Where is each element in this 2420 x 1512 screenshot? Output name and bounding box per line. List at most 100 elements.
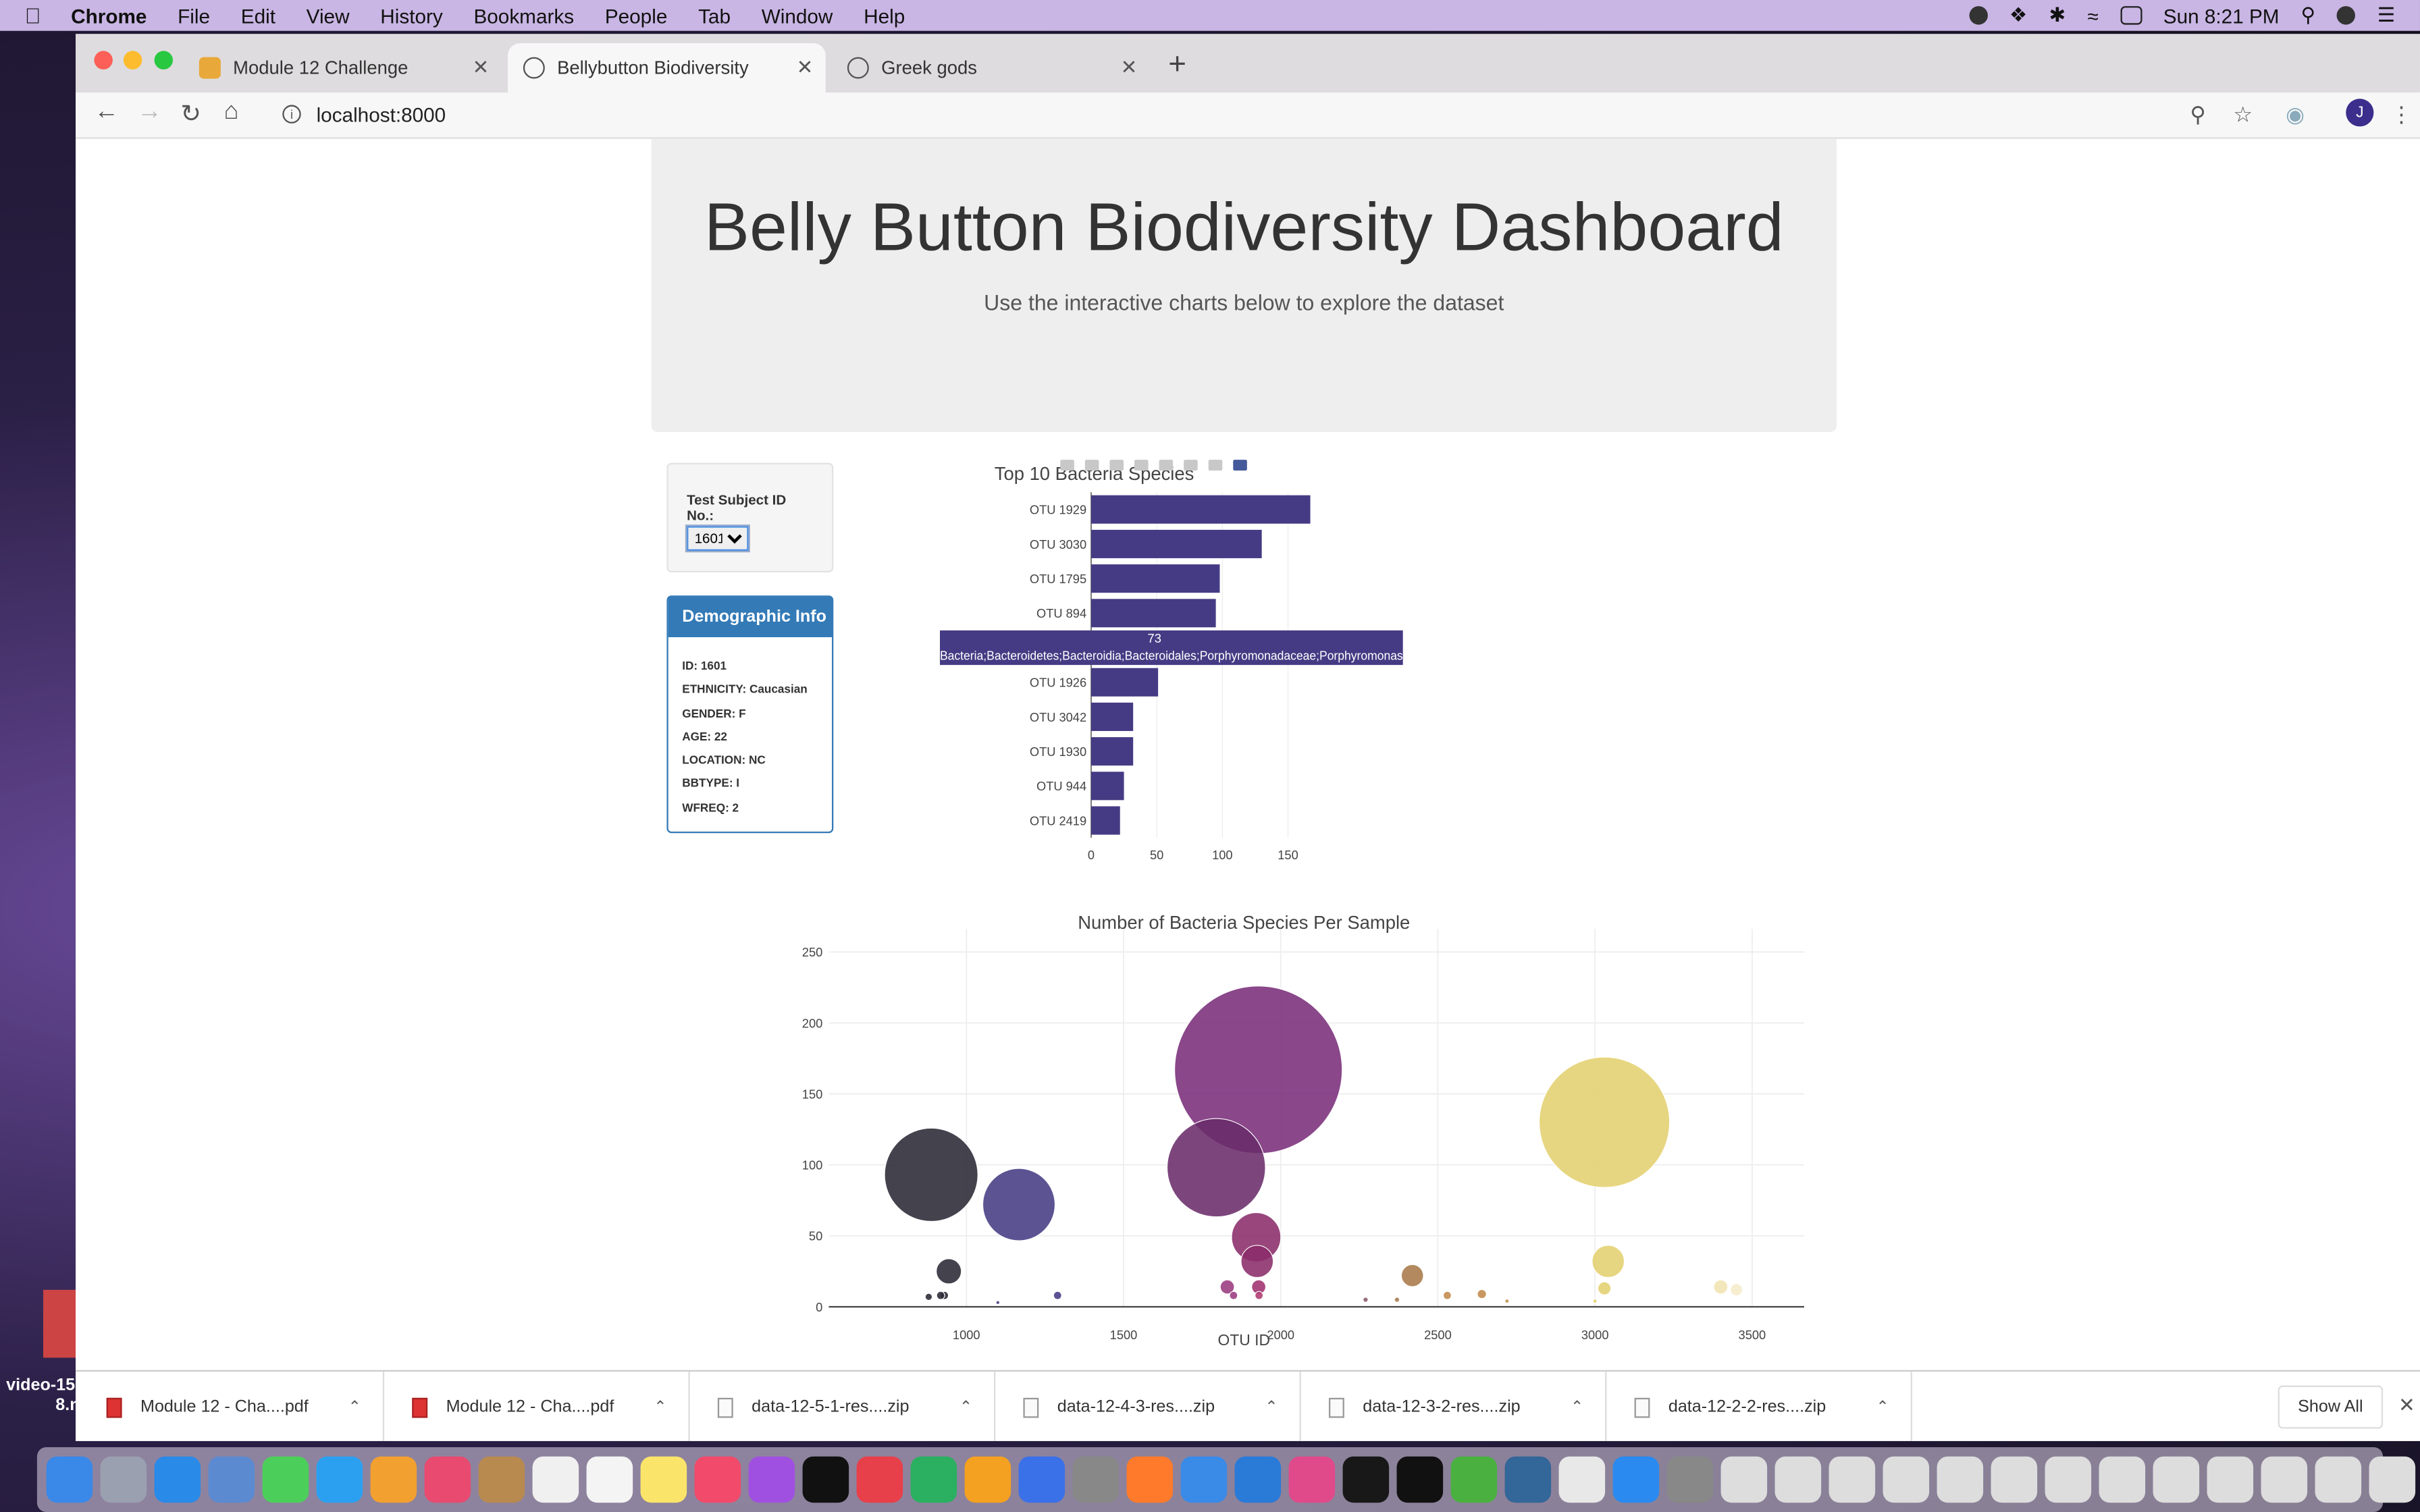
bubble-chart[interactable]: Number of Bacteria Species Per Sample 10… [693,907,1804,1362]
bubble[interactable] [1538,1056,1671,1188]
modebar-tool-icon[interactable] [1159,460,1174,471]
bubble[interactable] [936,1258,962,1285]
dock-app-icon[interactable] [532,1456,579,1503]
back-arrow-icon[interactable]: ← [94,99,119,126]
minimize-window-button[interactable] [123,51,142,70]
menu-history[interactable]: History [380,4,442,27]
dock-app-icon[interactable] [964,1456,1011,1503]
dock-app-icon[interactable] [1774,1456,1822,1503]
bubble[interactable] [1363,1297,1369,1303]
control-center-icon[interactable]: ☰ [2377,3,2396,28]
tab-close-icon[interactable]: ✕ [473,55,490,80]
dock-app-icon[interactable] [2153,1456,2200,1503]
dock-app-icon[interactable] [1991,1456,2038,1503]
subject-id-select[interactable]: 1601 [685,524,750,553]
dock-app-icon[interactable] [1883,1456,1930,1503]
bubble[interactable] [924,1293,933,1301]
chevron-up-icon[interactable]: ⌃ [959,1399,972,1415]
dock-app-icon[interactable] [1829,1456,1876,1503]
bubble[interactable] [1166,1118,1266,1218]
desktop-file-thumbnail[interactable] [43,1289,78,1358]
modebar-tool-icon[interactable] [1184,460,1198,471]
dock-app-icon[interactable] [2369,1456,2416,1503]
menu-view[interactable]: View [307,4,350,27]
dock-app-icon[interactable] [478,1456,525,1503]
modebar-tool-icon[interactable] [1134,460,1149,471]
home-icon[interactable]: ⌂ [223,99,238,126]
dock-app-icon[interactable] [640,1456,687,1503]
bubble[interactable] [995,1300,1001,1305]
download-item[interactable]: data-12-4-3-res....zip ⌃ [995,1371,1301,1441]
dock-app-icon[interactable] [2261,1456,2308,1503]
dock-app-icon[interactable] [1342,1456,1390,1503]
modebar-tool-icon[interactable] [1084,460,1099,471]
dock-app-icon[interactable] [154,1456,201,1503]
dock-app-icon[interactable] [802,1456,849,1503]
dock-app-icon[interactable] [1018,1456,1066,1503]
menu-people[interactable]: People [605,4,668,27]
battery-icon[interactable] [2120,6,2142,25]
chevron-up-icon[interactable]: ⌃ [348,1399,361,1415]
bubble[interactable] [1592,1245,1625,1278]
bookmark-star-icon[interactable]: ☆ [2233,102,2253,128]
download-item[interactable]: data-12-5-1-res....zip ⌃ [690,1371,996,1441]
chevron-up-icon[interactable]: ⌃ [1876,1399,1889,1415]
dock-app-icon[interactable] [100,1456,147,1503]
siri-icon[interactable] [2337,6,2356,25]
modebar-tool-icon[interactable] [1060,460,1074,471]
bar[interactable] [1090,529,1262,558]
show-all-button[interactable]: Show All [2278,1385,2384,1429]
reload-icon[interactable]: ↻ [180,99,201,130]
bubble[interactable] [1597,1281,1612,1295]
bubble[interactable] [936,1291,945,1300]
bar[interactable] [1090,599,1216,628]
dock-app-icon[interactable] [586,1456,633,1503]
bubble[interactable] [1477,1289,1487,1299]
zoom-magnifier-icon[interactable]: ⚲ [2190,102,2205,128]
tab-module-12[interactable]: Module 12 Challenge ✕ [184,43,502,92]
bubble[interactable] [1394,1297,1400,1303]
bar-chart[interactable]: Top 10 Bacteria Species OTU 1929OTU 3030… [863,455,1419,864]
dock-app-icon[interactable] [1612,1456,1660,1503]
bar[interactable] [1090,668,1159,697]
dock-app-icon[interactable] [1450,1456,1498,1503]
bubble[interactable] [1255,1291,1264,1300]
menu-app[interactable]: Chrome [71,4,147,27]
dock-app-icon[interactable] [1234,1456,1282,1503]
address-bar[interactable]: i localhost:8000 [267,95,2258,133]
desktop-file-label[interactable]: video-15 8.n [6,1376,80,1416]
apple-icon[interactable]:  [25,3,56,28]
bubble[interactable] [982,1168,1056,1241]
bar[interactable] [1090,737,1134,766]
forward-arrow-icon[interactable]: → [137,99,162,126]
bubble[interactable] [884,1127,978,1222]
menu-edit[interactable]: Edit [241,4,275,27]
menu-tab[interactable]: Tab [698,4,731,27]
site-info-icon[interactable]: i [282,105,301,124]
dock-app-icon[interactable] [2099,1456,2146,1503]
menu-kebab-icon[interactable]: ⋮ [2391,102,2413,128]
dock-app-icon[interactable] [316,1456,363,1503]
dock-app-icon[interactable] [694,1456,741,1503]
bubble[interactable] [1229,1291,1238,1300]
dock-app-icon[interactable] [2045,1456,2092,1503]
tab-greek-gods[interactable]: Greek gods ✕ [832,43,1150,92]
dock-app-icon[interactable] [1126,1456,1174,1503]
bar[interactable] [1090,564,1220,593]
wifi-icon[interactable]: ≈ [2087,4,2098,27]
dock-app-icon[interactable] [1720,1456,1768,1503]
dock-app-icon[interactable] [1937,1456,1984,1503]
bar[interactable] [1090,806,1120,835]
chevron-up-icon[interactable]: ⌃ [1571,1399,1583,1415]
dock-app-icon[interactable] [208,1456,255,1503]
bluetooth-icon[interactable]: ✱ [2049,3,2066,28]
bubble[interactable] [1504,1299,1510,1304]
spotlight-search-icon[interactable]: ⚲ [2301,3,2316,28]
chevron-up-icon[interactable]: ⌃ [654,1399,666,1415]
bubble[interactable] [1053,1291,1062,1300]
dock-app-icon[interactable] [748,1456,795,1503]
bubble[interactable] [1713,1279,1729,1295]
dock-app-icon[interactable] [46,1456,93,1503]
extension-icon[interactable]: ◉ [2286,102,2305,128]
profile-avatar[interactable]: J [2346,99,2374,127]
